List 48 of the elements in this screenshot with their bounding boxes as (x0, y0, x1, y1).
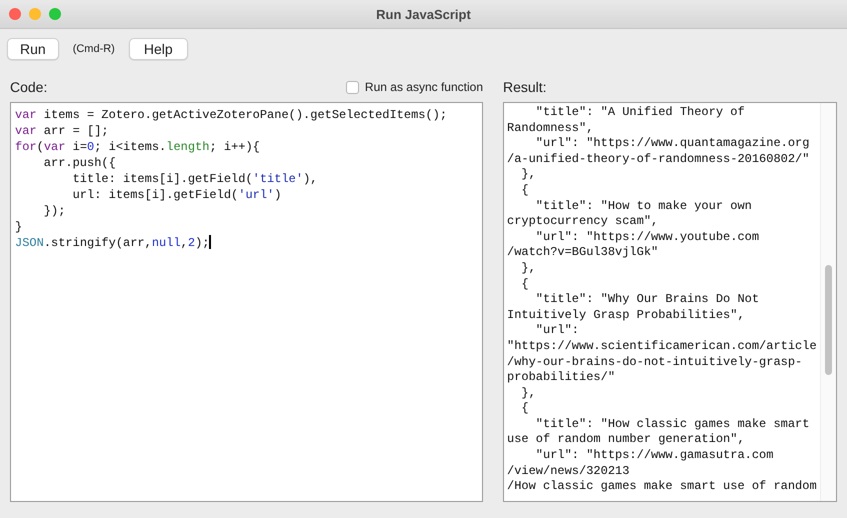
result-line: "title": "How classic games make smart (534, 416, 810, 432)
code-line: JSON.stringify(arr,null,2); (15, 235, 212, 251)
code-line: } (15, 219, 24, 235)
result-line: "url": "https://www.gamasutra.com (534, 448, 774, 464)
async-option-label[interactable]: Run as async function (364, 80, 483, 94)
async-checkbox[interactable] (346, 80, 359, 94)
result-line: /a-unified-theory-of-randomness-20160802/" (507, 152, 810, 168)
code-line: url: items[i].getField('url') (72, 187, 282, 203)
code-label: Code: (10, 79, 48, 95)
result-line: /view/news/320213 (507, 464, 630, 480)
result-line: { (520, 401, 530, 417)
result-line: /why-our-brains-do-not-intuitively-grasp- (507, 354, 804, 370)
text-cursor (209, 235, 211, 249)
code-line: var items = Zotero.getActiveZoteroPane().getSelectedItems(); (15, 107, 448, 123)
result-label: Result: (503, 79, 547, 95)
result-line: use of random number generation", (507, 432, 746, 448)
result-line: "url": (534, 323, 580, 339)
code-line: arr.push({ (42, 155, 117, 171)
code-editor[interactable] (10, 102, 483, 502)
result-line: /How classic games make smart use of random (507, 479, 818, 495)
result-line: }, (520, 386, 537, 402)
result-line: "url": "https://www.quantamagazine.org (534, 136, 810, 152)
run-button[interactable]: Run (7, 38, 59, 60)
result-line: "https://www.scientificamerican.com/article (507, 338, 818, 354)
result-line: /watch?v=BGul38vjlGk" (507, 245, 660, 261)
result-line: "title": "A Unified Theory of (534, 105, 746, 121)
window-title: Run JavaScript (376, 6, 471, 22)
result-line: { (520, 276, 530, 292)
code-line: title: items[i].getField('title'), (72, 171, 318, 187)
help-button[interactable]: Help (128, 38, 188, 60)
result-line: "title": "Why Our Brains Do Not (534, 292, 760, 308)
result-line: "title": "How to make your own (534, 198, 753, 214)
result-line: "url": "https://www.youtube.com (534, 230, 760, 246)
zoom-button[interactable] (49, 8, 61, 20)
minimize-button[interactable] (29, 8, 41, 20)
code-line: }); (42, 203, 66, 219)
result-line: { (520, 182, 530, 199)
shortcut-hint: (Cmd-R) (72, 43, 115, 55)
result-line: probabilities/" (507, 370, 616, 386)
code-line: for(var i=0; i<items.length; i++){ (15, 139, 261, 155)
result-line: }, (520, 260, 537, 277)
code-line: var arr = []; (15, 123, 110, 139)
result-line: cryptocurrency scam", (507, 214, 660, 230)
scrollbar-thumb[interactable] (825, 265, 832, 375)
result-line: Intuitively Grasp Probabilities", (507, 308, 746, 324)
result-line: Randomness", (507, 120, 594, 136)
close-button[interactable] (9, 8, 21, 20)
result-line: }, (520, 167, 537, 183)
